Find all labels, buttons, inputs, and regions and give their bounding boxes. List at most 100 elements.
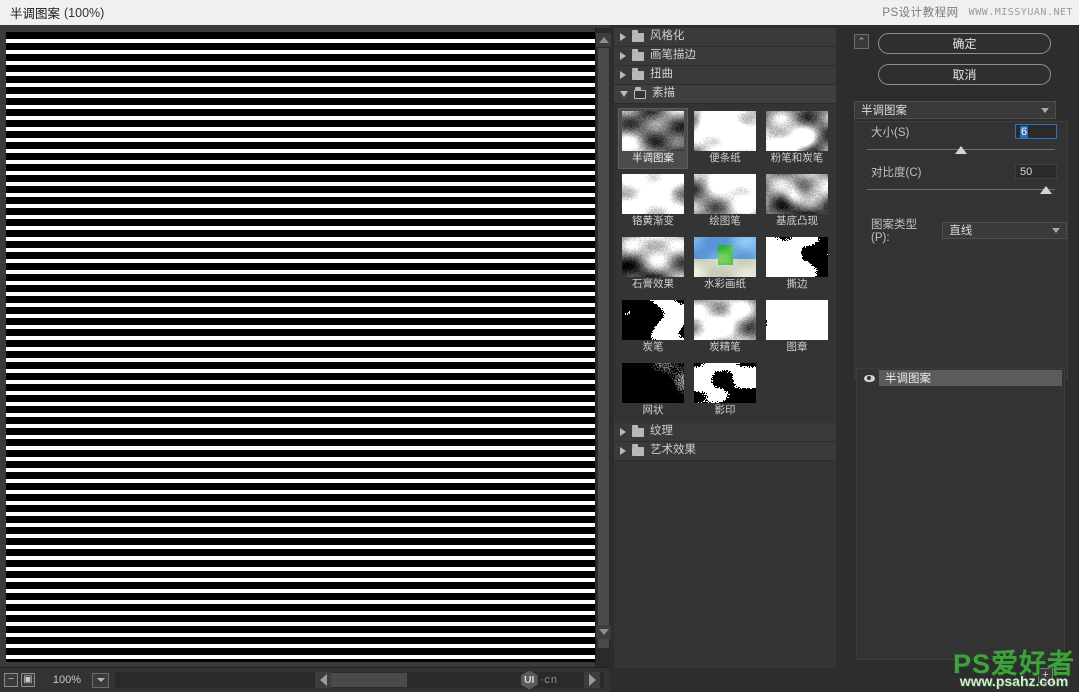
canvas-horizontal-scrollbar[interactable]: UI ·cn bbox=[115, 670, 604, 690]
category-row-brush-strokes[interactable]: 画笔描边 bbox=[614, 47, 836, 66]
filter-thumb-chalk-charcoal[interactable]: 粉笔和炭笔 bbox=[762, 108, 832, 169]
vertical-scroll-thumb[interactable] bbox=[598, 48, 609, 648]
filter-thumb-label: 水彩画纸 bbox=[704, 278, 746, 290]
pattern-type-dropdown[interactable]: 直线 bbox=[942, 221, 1067, 239]
canvas-vertical-scrollbar[interactable] bbox=[595, 28, 611, 667]
filter-thumb-label: 网状 bbox=[642, 404, 664, 416]
uicn-watermark: UI ·cn bbox=[520, 670, 558, 690]
ok-button[interactable]: 确定 bbox=[878, 33, 1051, 54]
filter-thumbnail-image bbox=[622, 363, 684, 403]
filter-thumb-label: 图章 bbox=[786, 341, 808, 353]
scroll-right-button[interactable] bbox=[584, 672, 600, 688]
filter-thumb-conte-crayon[interactable]: 炭精笔 bbox=[690, 297, 760, 358]
filter-thumb-halftone-pattern[interactable]: 半调图案 bbox=[618, 108, 688, 169]
param-row-contrast: 对比度(C) 50 bbox=[855, 162, 1067, 182]
filter-name-dropdown[interactable]: 半调图案 bbox=[854, 101, 1056, 119]
title-bar: 半调图案 (100%) PS设计教程网 WWW.MISSYUAN.NET bbox=[0, 0, 1079, 25]
filter-thumbnail-image bbox=[694, 363, 756, 403]
eye-icon bbox=[863, 374, 875, 382]
filter-thumbnail-image bbox=[766, 300, 828, 340]
zoom-out-button[interactable]: − bbox=[4, 673, 18, 687]
triangle-right-icon bbox=[620, 71, 626, 79]
layer-visibility-toggle[interactable] bbox=[859, 374, 879, 382]
layer-row[interactable]: 半调图案 bbox=[857, 369, 1064, 387]
filter-thumb-bas-relief[interactable]: 基底凸现 bbox=[762, 171, 832, 232]
category-row-stylize[interactable]: 风格化 bbox=[614, 28, 836, 47]
category-row-sketch[interactable]: 素描 bbox=[614, 85, 836, 104]
filter-thumbnail-image bbox=[622, 111, 684, 151]
filter-gallery-list[interactable]: 风格化 画笔描边 扭曲 素描 半调图案 便条纸 粉笔和炭笔 铬黄渐变 绘图笔 基… bbox=[614, 28, 836, 668]
window-zoom-title: (100%) bbox=[64, 5, 105, 20]
zoom-fit-button[interactable]: ▣ bbox=[21, 673, 35, 687]
filter-thumb-charcoal[interactable]: 炭笔 bbox=[618, 297, 688, 358]
param-label-size: 大小(S) bbox=[871, 127, 910, 139]
param-input-contrast[interactable]: 50 bbox=[1015, 164, 1057, 179]
scroll-left-button[interactable] bbox=[315, 672, 331, 688]
filter-thumb-reticulation[interactable]: 网状 bbox=[618, 360, 688, 421]
param-slider-contrast[interactable] bbox=[867, 185, 1055, 194]
filter-thumb-stamp[interactable]: 图章 bbox=[762, 297, 832, 358]
add-effect-layer-button[interactable]: + bbox=[1038, 667, 1053, 683]
preview-canvas-area[interactable] bbox=[0, 25, 610, 667]
scroll-down-button[interactable] bbox=[596, 625, 611, 639]
param-input-size[interactable]: 6 bbox=[1015, 124, 1057, 139]
folder-icon bbox=[632, 424, 644, 437]
filter-name-value: 半调图案 bbox=[861, 105, 907, 117]
filter-thumbnail-grid[interactable]: 半调图案 便条纸 粉笔和炭笔 铬黄渐变 绘图笔 基底凸现 石膏效果 水彩画纸 撕… bbox=[614, 104, 836, 423]
filter-thumb-label: 铬黄渐变 bbox=[632, 215, 674, 227]
slider-handle[interactable] bbox=[955, 146, 967, 154]
folder-icon bbox=[632, 29, 644, 42]
filter-thumbnail-image bbox=[622, 237, 684, 277]
filter-thumb-water-paper[interactable]: 水彩画纸 bbox=[690, 234, 760, 295]
category-label: 素描 bbox=[652, 87, 675, 100]
category-label: 艺术效果 bbox=[650, 444, 696, 457]
category-row-artistic[interactable]: 艺术效果 bbox=[614, 442, 836, 461]
filter-thumb-chrome[interactable]: 铬黄渐变 bbox=[618, 171, 688, 232]
filter-thumbnail-image bbox=[766, 111, 828, 151]
filter-thumbnail-image bbox=[694, 300, 756, 340]
zoom-level-dropdown[interactable] bbox=[92, 672, 109, 688]
filter-thumbnail-image bbox=[766, 237, 828, 277]
effect-layers-footer: + bbox=[856, 662, 1065, 688]
slider-rail bbox=[867, 189, 1055, 190]
filter-thumbnail-image bbox=[694, 174, 756, 214]
category-row-distort[interactable]: 扭曲 bbox=[614, 66, 836, 85]
watermark-site-name: PS设计教程网 bbox=[882, 7, 959, 19]
collapse-panel-button[interactable]: ⌃ bbox=[854, 34, 869, 49]
chevron-down-icon bbox=[1041, 107, 1049, 113]
triangle-right-icon bbox=[620, 447, 626, 455]
triangle-right-icon bbox=[620, 428, 626, 436]
param-row-pattern-type: 图案类型(P): 直线 bbox=[855, 219, 1067, 244]
triangle-down-icon bbox=[598, 629, 609, 635]
triangle-right-icon bbox=[620, 52, 626, 60]
filter-thumb-label: 炭笔 bbox=[642, 341, 664, 353]
cancel-button[interactable]: 取消 bbox=[878, 64, 1051, 85]
param-value-size: 6 bbox=[1020, 125, 1029, 138]
chevron-down-icon bbox=[96, 678, 105, 682]
param-row-size: 大小(S) 6 bbox=[855, 122, 1067, 142]
effect-layers-panel[interactable]: 半调图案 bbox=[856, 368, 1065, 660]
filter-thumb-label: 撕边 bbox=[786, 278, 808, 290]
filter-thumb-graphic-pen[interactable]: 绘图笔 bbox=[690, 171, 760, 232]
triangle-left-icon bbox=[319, 674, 327, 686]
filter-thumbnail-image bbox=[622, 300, 684, 340]
folder-icon bbox=[632, 443, 644, 456]
category-label: 画笔描边 bbox=[650, 49, 696, 62]
filter-thumb-torn-edges[interactable]: 撕边 bbox=[762, 234, 832, 295]
scroll-up-button[interactable] bbox=[596, 33, 611, 47]
window-title: 半调图案 bbox=[10, 7, 61, 21]
filter-thumb-label: 便条纸 bbox=[709, 152, 741, 164]
filter-thumb-label: 半调图案 bbox=[632, 152, 674, 164]
param-slider-size[interactable] bbox=[867, 145, 1055, 154]
slider-handle[interactable] bbox=[1039, 186, 1052, 194]
filter-thumb-note-paper[interactable]: 便条纸 bbox=[690, 108, 760, 169]
filter-thumb-label: 影印 bbox=[714, 404, 736, 416]
halftone-pattern-preview[interactable] bbox=[6, 29, 601, 662]
filter-thumb-label: 石膏效果 bbox=[632, 278, 674, 290]
filter-thumb-photocopy[interactable]: 影印 bbox=[690, 360, 760, 421]
filter-thumb-label: 基底凸现 bbox=[776, 215, 818, 227]
watermark-site-url: WWW.MISSYUAN.NET bbox=[968, 6, 1073, 18]
horizontal-scroll-thumb[interactable] bbox=[331, 673, 407, 687]
category-row-texture[interactable]: 纹理 bbox=[614, 423, 836, 442]
filter-thumb-plaster[interactable]: 石膏效果 bbox=[618, 234, 688, 295]
